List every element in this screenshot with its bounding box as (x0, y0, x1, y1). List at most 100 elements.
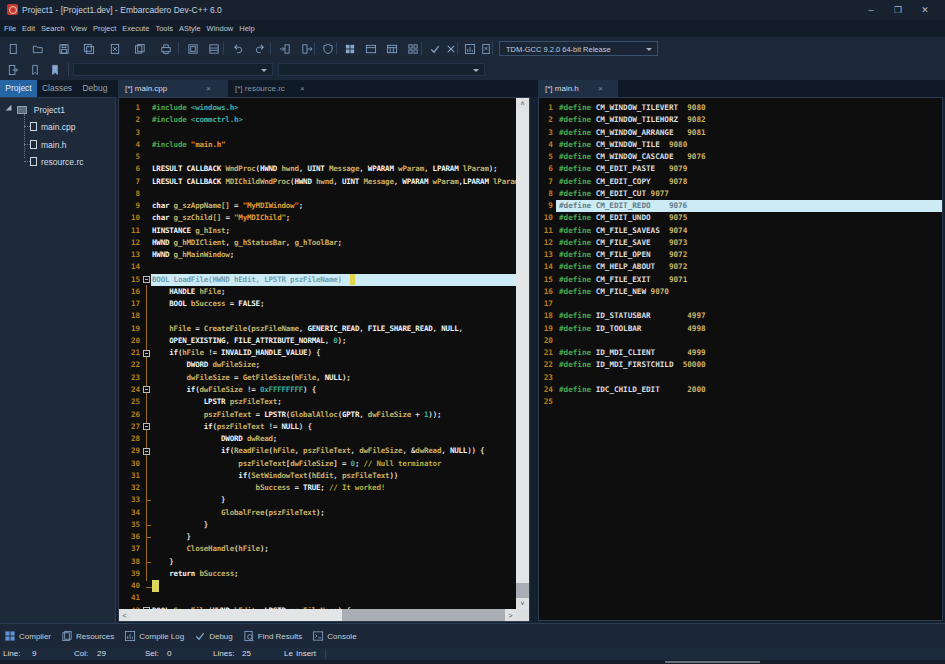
menu-tools[interactable]: Tools (152, 20, 176, 37)
fold-marker-icon[interactable] (143, 448, 150, 455)
horizontal-scrollbar[interactable]: ˂ ˃ (119, 609, 516, 622)
line-number: 2 (539, 114, 553, 126)
shield-icon[interactable] (319, 40, 337, 57)
fold-marker-icon[interactable] (143, 276, 150, 283)
resize-grip (665, 661, 760, 663)
all-grid-icon[interactable] (404, 40, 422, 57)
menu-project[interactable]: Project (90, 20, 119, 37)
toolbar-separator (178, 42, 179, 55)
print-icon[interactable] (157, 40, 175, 57)
bottom-tab-console[interactable]: Console (308, 630, 356, 642)
member-select[interactable] (278, 63, 485, 76)
fold-marker-icon[interactable] (143, 350, 150, 357)
code-line: #define CM_WINDOW_TILEHORZ 9082 (559, 114, 706, 126)
toolbar-main: TDM-GCC 9.2.0 64-bit Release (0, 37, 945, 60)
scroll-right-icon[interactable]: ˃ (505, 609, 516, 622)
panel-tab-classes[interactable]: Classes (37, 80, 77, 97)
menu-astyle[interactable]: AStyle (176, 20, 204, 37)
line-number: 22 (539, 359, 553, 371)
scroll-up-icon[interactable]: ˄ (516, 98, 529, 109)
code-line: #define CM_EDIT_COPY 9078 (559, 176, 687, 188)
panel-tab-project[interactable]: Project (0, 80, 37, 97)
code-line: #define CM_WINDOW_TILEVERT 9080 (559, 102, 706, 114)
editor-tab-resource.rc[interactable]: [*] resource.rc× (228, 80, 320, 97)
restore-button[interactable]: ❐ (884, 0, 912, 20)
title-bar: Project1 - [Project1.dev] - Embarcadero … (0, 0, 945, 20)
status-value: 0 (167, 649, 171, 658)
run-window-icon[interactable] (362, 40, 380, 57)
minimize-button[interactable]: – (857, 0, 885, 20)
line-number: 34 (119, 507, 140, 519)
line-number: 20 (119, 335, 140, 347)
open-folder-icon[interactable] (29, 40, 47, 57)
scroll-down-icon[interactable]: ˅ (516, 598, 529, 609)
undo-icon[interactable] (229, 40, 247, 57)
bottom-tab-resources[interactable]: Resources (57, 630, 114, 642)
import-icon[interactable] (276, 40, 294, 57)
toolbar-separator (270, 42, 271, 55)
code-line: #define CM_WINDOW_ARRANGE 9081 (559, 127, 706, 139)
code-line: return bSuccess; (152, 568, 238, 580)
bottom-tab-compiler[interactable]: Compiler (0, 630, 51, 642)
scroll-left-icon[interactable]: ˂ (119, 609, 130, 622)
bottom-tab-compile-log[interactable]: Compile Log (120, 630, 184, 642)
save-all-icon[interactable] (80, 40, 98, 57)
panel-tab-debug[interactable]: Debug (77, 80, 113, 97)
editor-tab-main.cpp[interactable]: [*] main.cpp× (118, 80, 228, 97)
line-number: 8 (539, 188, 553, 200)
line-number: 40 (119, 580, 140, 592)
package-icon[interactable] (205, 40, 223, 57)
close-tab-icon[interactable]: × (206, 80, 211, 97)
editor-main-h[interactable]: 1 #define CM_WINDOW_TILEVERT 9080 2 #define… (538, 97, 943, 621)
menu-help[interactable]: Help (236, 20, 257, 37)
line-number: 32 (119, 482, 140, 494)
line-number: 29 (119, 445, 140, 457)
profile-table-icon[interactable] (383, 40, 401, 57)
goto-door-icon[interactable] (4, 61, 22, 78)
fold-marker-icon[interactable] (143, 386, 150, 393)
menu-edit[interactable]: Edit (19, 20, 38, 37)
vertical-scrollbar[interactable]: ˄ ˅ (516, 98, 529, 609)
redo-icon[interactable] (251, 40, 269, 57)
close-icon[interactable] (106, 40, 124, 57)
menu-view[interactable]: View (68, 20, 90, 37)
code-line: if(hFile != INVALID_HANDLE_VALUE) { (152, 347, 320, 359)
editor-area: 1#include <windows.h>2#include <commctrl… (0, 97, 945, 623)
menu-file[interactable]: File (1, 20, 19, 37)
compile-grid-icon[interactable] (341, 40, 359, 57)
bottom-tab-find-results[interactable]: Find Results (239, 630, 302, 642)
code-line: bSuccess = TRUE; // It worked! (152, 482, 385, 494)
fold-marker-icon[interactable] (143, 423, 150, 430)
menu-search[interactable]: Search (38, 20, 68, 37)
close-all-icon[interactable] (131, 40, 149, 57)
line-number: 23 (119, 372, 140, 384)
line-number: 8 (119, 188, 140, 200)
code-line: if(pszFileText != NULL) { (152, 421, 312, 433)
scrollbar-thumb[interactable] (130, 609, 342, 622)
compiler-select[interactable]: TDM-GCC 9.2.0 64-bit Release (499, 41, 658, 56)
bottom-tab-debug[interactable]: Debug (190, 630, 233, 642)
editor-main-cpp[interactable]: 1#include <windows.h>2#include <commctrl… (118, 97, 530, 622)
bookmark-outline-icon[interactable] (26, 61, 44, 78)
form-icon[interactable] (184, 40, 202, 57)
save-icon[interactable] (55, 40, 73, 57)
line-number: 12 (539, 237, 553, 249)
scrollbar-thumb[interactable] (516, 109, 529, 583)
menu-window[interactable]: Window (204, 20, 237, 37)
code-line: #include <commctrl.h> (152, 114, 243, 126)
code-line: } (152, 494, 225, 506)
editor-tab-main.h[interactable]: [*] main.h× (538, 80, 618, 97)
line-number: 7 (539, 176, 553, 188)
menu-execute[interactable]: Execute (119, 20, 152, 37)
new-file-icon[interactable] (4, 40, 22, 57)
close-tab-icon[interactable]: × (598, 80, 603, 97)
line-number: 37 (119, 543, 140, 555)
close-tab-icon[interactable]: × (300, 80, 305, 97)
toolbar-separator (421, 42, 422, 55)
class-browser-select[interactable] (73, 63, 273, 76)
close-button[interactable]: ✕ (911, 0, 939, 20)
bookmark-filled-icon[interactable] (46, 61, 64, 78)
chevron-down-icon (473, 69, 479, 72)
line-number: 13 (119, 249, 140, 261)
line-number: 1 (539, 102, 553, 114)
